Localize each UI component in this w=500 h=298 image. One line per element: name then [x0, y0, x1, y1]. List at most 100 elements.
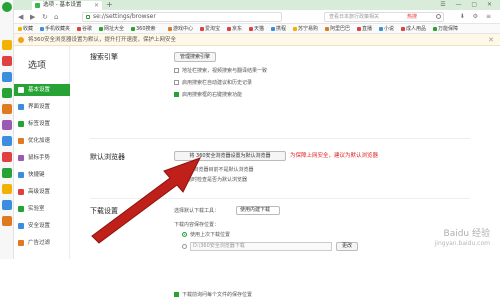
- bookmark-item[interactable]: 京东: [227, 24, 242, 34]
- sidebar-item[interactable]: 安全设置: [14, 220, 70, 232]
- bookmark-item[interactable]: 收藏: [18, 24, 33, 34]
- bookmark-item[interactable]: 万能保障: [433, 24, 458, 34]
- app-icon[interactable]: [2, 56, 12, 66]
- sidebar-item[interactable]: 标签设置: [14, 118, 70, 130]
- address-toolbar: ◀ ▶ ↻ ⌂ se://settings/browser 查看日本旅行政策相关…: [14, 10, 500, 24]
- ask-location-checkbox[interactable]: [174, 292, 179, 297]
- search-placeholder[interactable]: 查看日本旅行政策相关: [329, 13, 379, 21]
- bookmark-favicon-icon: [401, 26, 405, 31]
- hot-search-badge[interactable]: 热搜: [407, 13, 417, 21]
- search-option-checkbox[interactable]: [174, 80, 179, 85]
- last-location-label: 使用上次下载位置: [190, 232, 231, 238]
- tab-title: 选项 - 基本设置: [43, 2, 82, 8]
- bookmark-item[interactable]: 手机收藏夹: [40, 24, 70, 34]
- sidebar-title: 选项: [28, 61, 47, 71]
- bookmark-item[interactable]: 苏宁易购: [293, 24, 318, 34]
- bookmark-item[interactable]: 直播: [357, 24, 372, 34]
- app-icon[interactable]: [2, 88, 12, 98]
- bookmark-item[interactable]: 小说: [379, 24, 394, 34]
- search-engine-title: 搜索引擎: [90, 53, 118, 61]
- app-icon[interactable]: [2, 200, 12, 210]
- tab-options[interactable]: 选项 - 基本设置 ✕: [32, 1, 102, 10]
- search-option-checkbox[interactable]: [174, 68, 179, 73]
- bookmark-favicon-icon: [433, 26, 437, 31]
- bookmark-item[interactable]: 阿里巴巴: [325, 24, 350, 34]
- app-icon[interactable]: [2, 104, 12, 114]
- warning-icon: [18, 37, 24, 43]
- app-icon[interactable]: [2, 216, 12, 226]
- url-text[interactable]: se://settings/browser: [93, 13, 156, 21]
- set-default-browser-button[interactable]: 将 360安全浏览器设置为默认浏览器: [174, 151, 286, 161]
- search-box[interactable]: 查看日本旅行政策相关 热搜: [324, 12, 444, 22]
- manage-search-engine-button[interactable]: 管理搜索引擎: [174, 52, 216, 62]
- app-icon[interactable]: [2, 136, 12, 146]
- bookmark-label: 苏宁易购: [298, 26, 319, 32]
- bookmark-item[interactable]: 游戏中心: [168, 24, 193, 34]
- sidebar-item[interactable]: 快捷键: [14, 169, 70, 181]
- settings-favicon-icon: [35, 3, 40, 8]
- search-option-label: 地址栏搜索，视频搜索与翻译结果一致: [182, 68, 268, 74]
- forward-icon[interactable]: ▶: [30, 13, 35, 21]
- bookmark-label: 谷歌: [82, 26, 93, 32]
- sidebar-item-icon: [18, 240, 24, 246]
- sidebar-item[interactable]: 优化加速: [14, 135, 70, 147]
- browser-logo-icon[interactable]: [2, 2, 12, 12]
- app-icon[interactable]: [2, 120, 12, 130]
- check-default-checkbox[interactable]: [174, 177, 179, 182]
- bookmark-favicon-icon: [131, 26, 135, 31]
- sidebar-item-label: 基本设置: [28, 87, 51, 93]
- search-icon[interactable]: [436, 14, 441, 19]
- sidebar-item[interactable]: 高级设置: [14, 186, 70, 198]
- tab-close-icon[interactable]: ✕: [94, 1, 99, 10]
- ask-location-label: 下载前询问每个文件的保存位置: [182, 292, 253, 298]
- bookmark-favicon-icon: [168, 26, 172, 31]
- bookmark-item[interactable]: 网址大全: [99, 24, 124, 34]
- app-icon[interactable]: [2, 152, 12, 162]
- notice-close-icon[interactable]: ✕: [488, 34, 494, 46]
- default-browser-status: 360安全浏览器目前不是默认浏览器: [174, 167, 254, 173]
- url-bar[interactable]: se://settings/browser: [82, 12, 282, 22]
- sidebar-item[interactable]: 广告过滤: [14, 237, 70, 249]
- bookmark-item[interactable]: 谷歌: [77, 24, 92, 34]
- sidebar-item-label: 标签设置: [28, 121, 51, 127]
- new-tab-button[interactable]: +: [106, 0, 113, 10]
- sidebar-item-icon: [18, 172, 24, 178]
- change-path-button[interactable]: 更改: [336, 242, 358, 251]
- sidebar-item[interactable]: 基本设置: [14, 84, 70, 96]
- search-option-checkbox[interactable]: [174, 92, 179, 97]
- toolbar-icons[interactable]: ⬇ ⚙ ≡: [460, 13, 494, 20]
- notice-text[interactable]: 将360安全浏览器设置为默认，提升打开速度，保护上网安全: [28, 34, 176, 46]
- custom-location-radio[interactable]: [182, 244, 187, 249]
- bookmark-label: 小说: [384, 26, 395, 32]
- sidebar-item-label: 安全设置: [28, 223, 51, 229]
- app-icon[interactable]: [2, 168, 12, 178]
- bookmark-label: 天猫: [254, 26, 265, 32]
- bookmark-item[interactable]: 携程: [271, 24, 286, 34]
- home-icon[interactable]: ⌂: [54, 13, 58, 21]
- bookmark-item[interactable]: 爱淘宝: [200, 24, 220, 34]
- download-path-field[interactable]: D:\360安全浏览器下载: [190, 242, 332, 251]
- bookmark-item[interactable]: 360搜索: [131, 24, 156, 34]
- back-icon[interactable]: ◀: [18, 13, 23, 21]
- bookmark-favicon-icon: [249, 26, 253, 31]
- divider: [90, 138, 470, 139]
- sidebar-item[interactable]: 鼠标手势: [14, 152, 70, 164]
- window-controls[interactable]: ☰ — ▢ ✕: [440, 0, 496, 10]
- sidebar-item-label: 优化加速: [28, 138, 51, 144]
- last-location-radio[interactable]: [182, 232, 187, 237]
- default-browser-notice: 将360安全浏览器设置为默认，提升打开速度，保护上网安全 ✕: [14, 34, 500, 46]
- app-icon[interactable]: [2, 72, 12, 82]
- refresh-icon[interactable]: ↻: [42, 13, 48, 21]
- sidebar-item[interactable]: 界面设置: [14, 101, 70, 113]
- download-tool-select[interactable]: 使用内建下载: [236, 206, 280, 215]
- bookmark-item[interactable]: 天猫: [249, 24, 264, 34]
- search-option-label: 启用搜索框的右键搜索功能: [182, 92, 243, 98]
- sidebar-item-icon: [18, 104, 24, 110]
- app-icon[interactable]: [2, 40, 12, 50]
- settings-sidebar: 选项 基本设置界面设置标签设置优化加速鼠标手势快捷键高级设置实验室安全设置广告过…: [14, 46, 70, 259]
- sidebar-item-label: 广告过滤: [28, 240, 51, 246]
- watermark-logo: Baidu 经验: [443, 229, 490, 239]
- app-icon[interactable]: [2, 184, 12, 194]
- bookmark-item[interactable]: 成人用品: [401, 24, 426, 34]
- sidebar-item[interactable]: 实验室: [14, 203, 70, 215]
